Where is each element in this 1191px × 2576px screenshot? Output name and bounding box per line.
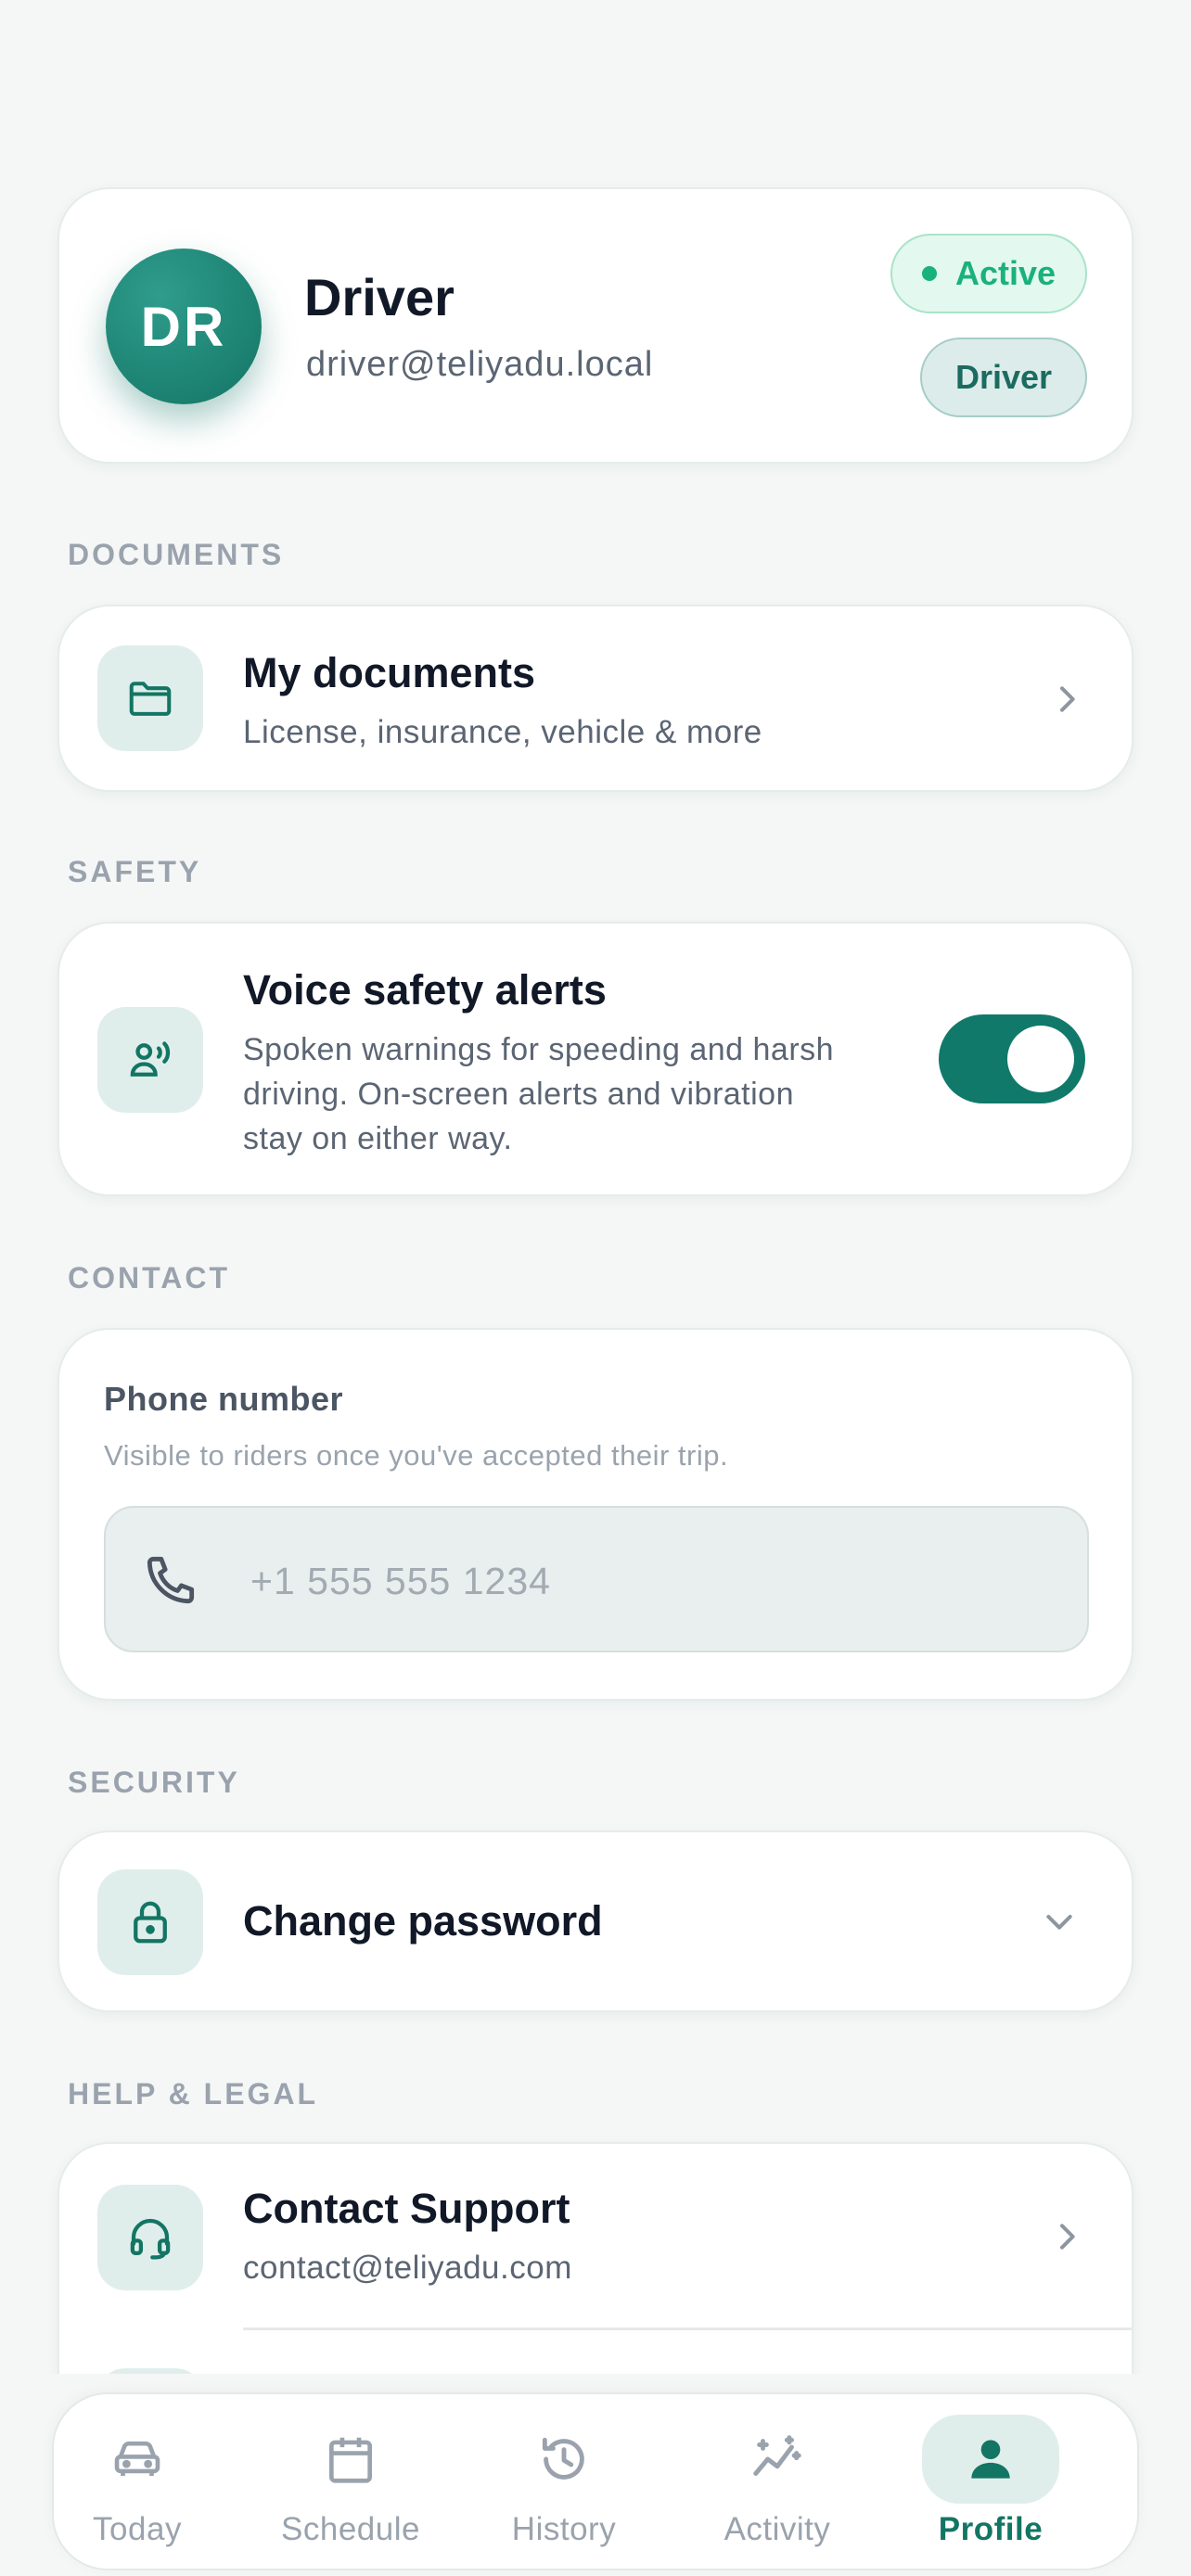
chevron-down-icon <box>1046 1915 1072 1930</box>
voice-icon-tile <box>97 1007 203 1113</box>
status-badge: Active <box>890 234 1087 313</box>
phone-number-label: Phone number <box>104 1380 344 1418</box>
status-badge-label: Active <box>954 254 1057 292</box>
history-icon <box>542 2437 584 2480</box>
section-label-security: SECURITY <box>68 1766 240 1799</box>
contact-support-row[interactable]: Contact Support contact@teliyadu.com <box>59 2144 1132 2329</box>
description-line: driving. On-screen alerts and vibration <box>243 1077 794 1112</box>
description-line: Spoken warnings for speeding and harsh <box>243 1032 835 1067</box>
chevron-right-icon <box>1060 686 1075 712</box>
nav-icon-wrap <box>282 2415 419 2504</box>
nav-item-activity[interactable]: Activity <box>694 2415 861 2554</box>
nav-label-history: History <box>511 2511 617 2547</box>
phone-number-hint: Visible to riders once you've accepted t… <box>104 1439 729 1472</box>
profile-scroll-area[interactable]: DR Driver driver@teliyadu.local Active D… <box>0 0 1191 2374</box>
help-legal-card: Contact Support contact@teliyadu.com <box>58 2142 1133 2374</box>
toggle-knob <box>1007 1026 1074 1092</box>
nav-icon-wrap <box>69 2415 206 2504</box>
calendar-icon <box>329 2437 372 2483</box>
bottom-nav: Today Schedule History Activity Profile <box>52 2392 1139 2570</box>
chevron-right-icon <box>1060 2224 1075 2250</box>
folder-icon <box>129 682 172 716</box>
profile-email: driver@teliyadu.local <box>306 345 654 384</box>
lock-icon <box>134 1901 167 1944</box>
my-documents-subtitle: License, insurance, vehicle & more <box>243 714 762 750</box>
next-row-icon-tile <box>97 2368 203 2374</box>
car-icon <box>114 2441 160 2477</box>
my-documents-title: My documents <box>243 649 536 696</box>
section-label-contact: CONTACT <box>68 1261 231 1294</box>
headset-icon <box>130 2218 171 2260</box>
nav-label-today: Today <box>93 2511 182 2547</box>
nav-item-schedule[interactable]: Schedule <box>267 2415 434 2554</box>
phone-input-placeholder: +1 555 555 1234 <box>250 1560 551 1602</box>
role-badge: Driver <box>920 338 1087 417</box>
contact-support-title: Contact Support <box>243 2185 570 2232</box>
nav-item-today[interactable]: Today <box>54 2415 221 2554</box>
headset-icon-tile <box>97 2185 203 2290</box>
change-password-row[interactable]: Change password <box>58 1830 1133 2012</box>
voice-alert-icon <box>130 1041 171 1077</box>
nav-icon-wrap <box>709 2415 846 2504</box>
activity-icon <box>753 2435 801 2476</box>
status-dot <box>921 266 937 281</box>
phone-icon <box>147 1556 195 1604</box>
person-icon <box>971 2440 1010 2479</box>
contact-support-email: contact@teliyadu.com <box>243 2250 572 2286</box>
nav-item-profile[interactable]: Profile <box>907 2415 1074 2554</box>
avatar: DR <box>106 249 262 404</box>
profile-name: Driver <box>304 268 455 326</box>
nav-label-schedule: Schedule <box>281 2511 420 2547</box>
section-label-safety: SAFETY <box>68 855 202 888</box>
description-line: stay on either way. <box>243 1121 513 1156</box>
phone-input[interactable]: +1 555 555 1234 <box>104 1506 1089 1652</box>
my-documents-row[interactable]: My documents License, insurance, vehicle… <box>58 605 1133 792</box>
nav-icon-wrap <box>922 2415 1059 2504</box>
change-password-title: Change password <box>243 1897 603 1945</box>
profile-card: DR Driver driver@teliyadu.local Active D… <box>58 187 1133 464</box>
nav-label-profile: Profile <box>938 2511 1044 2547</box>
section-label-help-legal: HELP & LEGAL <box>68 2077 319 2111</box>
voice-safety-alerts-card: Voice safety alerts Spoken warnings for … <box>58 922 1133 1196</box>
voice-alerts-toggle[interactable] <box>939 1014 1085 1103</box>
voice-safety-alerts-description: Spoken warnings for speeding and harsh d… <box>243 1027 929 1161</box>
section-label-documents: DOCUMENTS <box>68 538 285 571</box>
row-divider <box>243 2327 1132 2330</box>
folder-icon-tile <box>97 645 203 751</box>
nav-label-activity: Activity <box>724 2511 831 2547</box>
nav-icon-wrap <box>495 2415 633 2504</box>
voice-safety-alerts-title: Voice safety alerts <box>243 966 607 1014</box>
lock-icon-tile <box>97 1869 203 1975</box>
contact-card: Phone number Visible to riders once you'… <box>58 1328 1133 1701</box>
nav-item-history[interactable]: History <box>480 2415 647 2554</box>
